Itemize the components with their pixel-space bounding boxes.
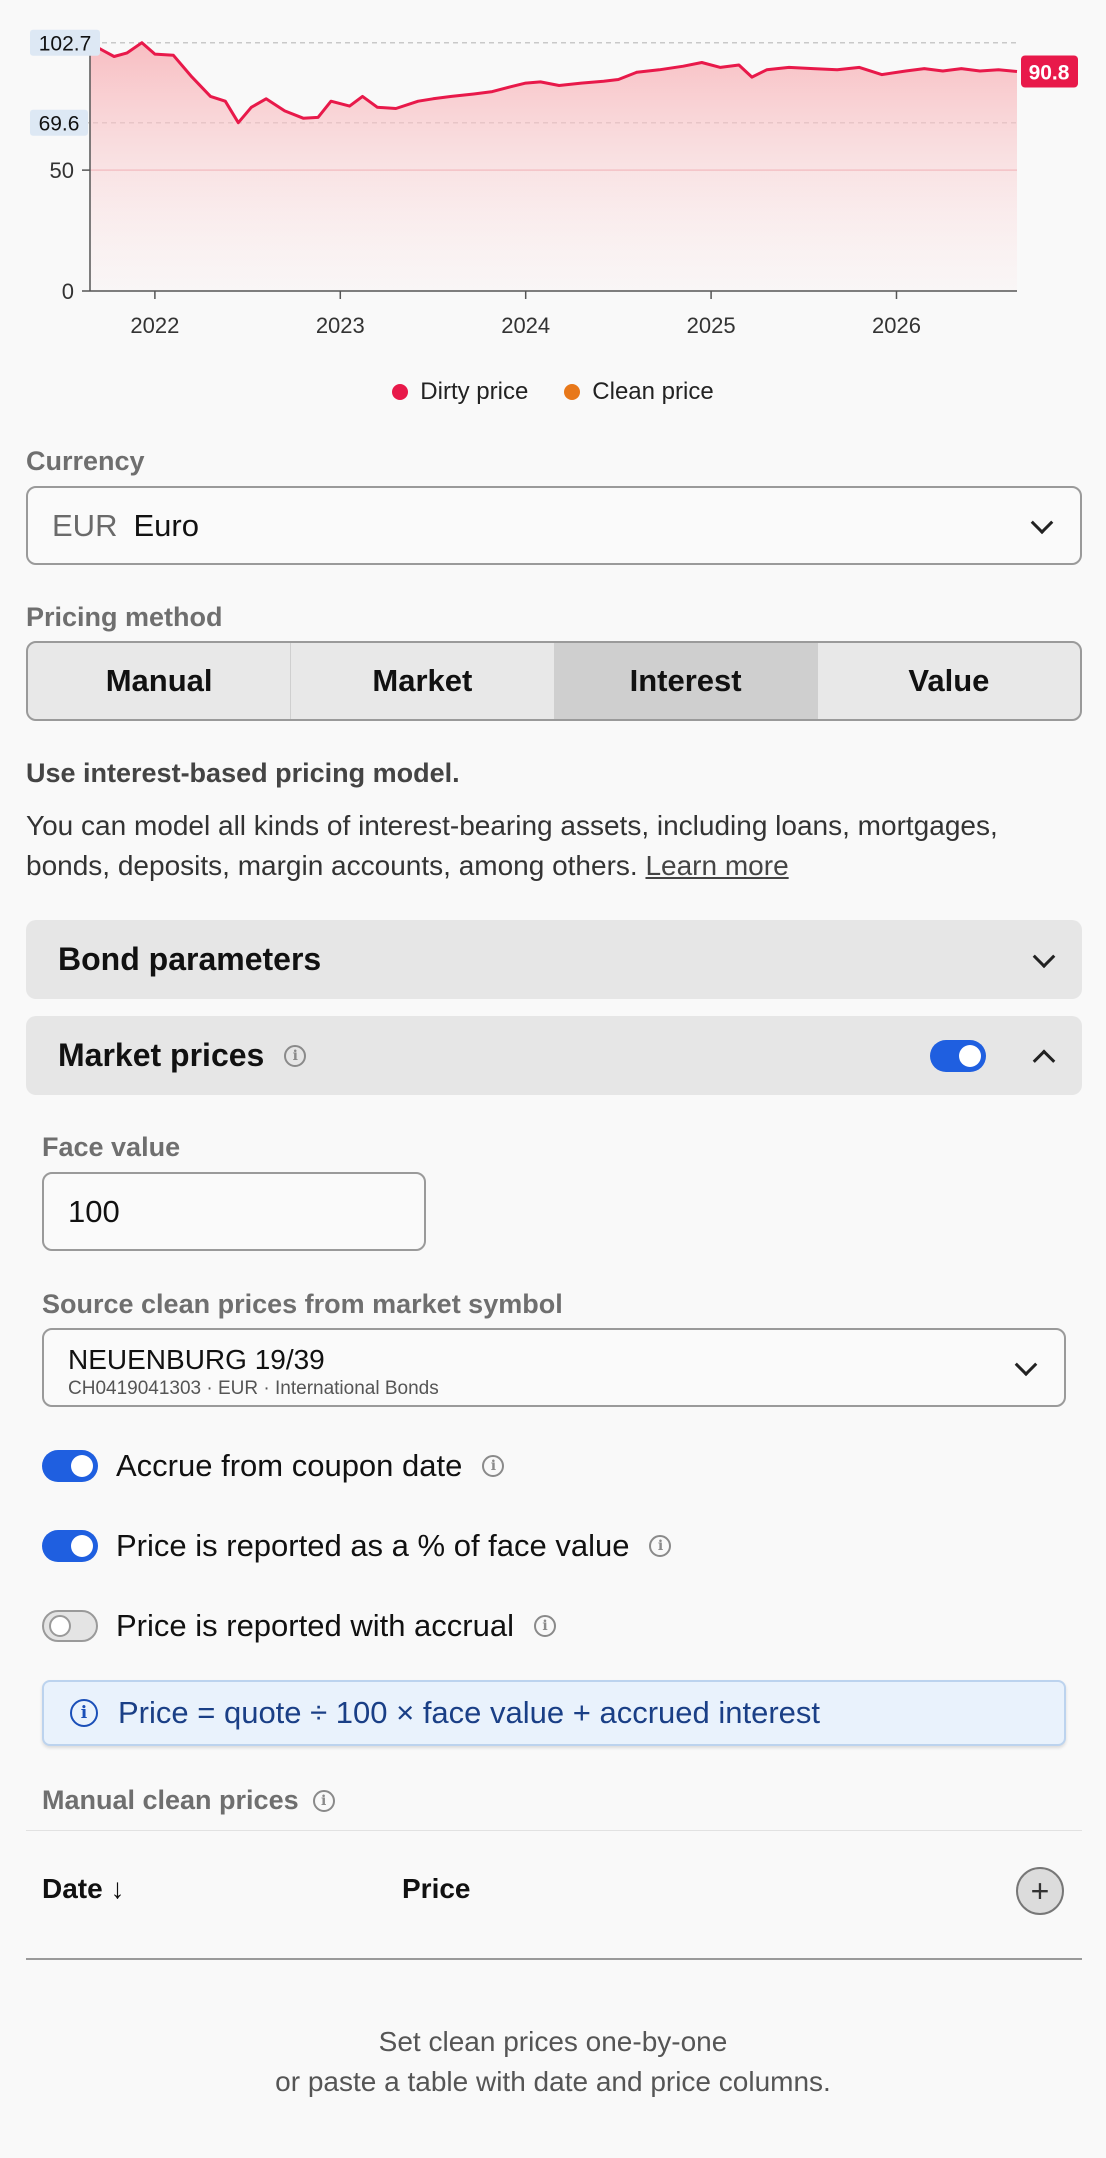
info-circle-icon: i xyxy=(70,1699,98,1727)
y-tick-label: 0 xyxy=(62,279,74,304)
tab-manual[interactable]: Manual xyxy=(28,643,292,719)
percent-face-label: Price is reported as a % of face value xyxy=(116,1528,630,1563)
info-icon[interactable]: i xyxy=(649,1535,672,1557)
column-header-price[interactable]: Price xyxy=(402,1873,471,1905)
currency-code: EUR xyxy=(52,507,118,543)
percent-face-toggle[interactable] xyxy=(42,1530,98,1562)
accrue-coupon-label: Accrue from coupon date xyxy=(116,1448,463,1483)
legend-dot-clean xyxy=(564,384,581,400)
empty-state-line-2: or paste a table with date and price col… xyxy=(275,2066,831,2097)
market-prices-toggle[interactable] xyxy=(930,1040,986,1072)
with-accrual-toggle[interactable] xyxy=(42,1610,98,1642)
end-value-label: 90.8 xyxy=(1029,61,1070,84)
pricing-method-selector: Manual Market Interest Value xyxy=(26,641,1082,721)
with-accrual-label: Price is reported with accrual xyxy=(116,1608,514,1643)
face-value-label: Face value xyxy=(42,1132,181,1162)
symbol-name: NEUENBURG 19/39 xyxy=(68,1344,325,1375)
bond-parameters-title: Bond parameters xyxy=(58,941,322,977)
dirty-price-area xyxy=(90,42,1017,292)
market-symbol-select[interactable]: NEUENBURG 19/39 CH0419041303 · EUR · Int… xyxy=(42,1328,1066,1407)
switch-row-percent-face: Price is reported as a % of face value i xyxy=(42,1528,672,1564)
manual-prices-label: Manual clean prices i xyxy=(42,1785,335,1816)
pricing-method-label: Pricing method xyxy=(26,602,223,632)
chevron-down-icon xyxy=(1032,944,1056,968)
source-symbol-label: Source clean prices from market symbol xyxy=(42,1289,563,1319)
pricing-method-description: You can model all kinds of interest-bear… xyxy=(26,806,1086,886)
price-chart-svg: 0 50 2022 2023 2024 2025 2026 102.7 69.6 90.8 xyxy=(30,29,1078,338)
tab-interest[interactable]: Interest xyxy=(554,643,818,719)
y-tick-label: 50 xyxy=(50,158,74,183)
learn-more-link[interactable]: Learn more xyxy=(645,850,788,881)
currency-name: Euro xyxy=(133,507,199,543)
x-tick-label: 2025 xyxy=(687,313,736,338)
market-prices-accordion[interactable]: Market prices i xyxy=(26,1016,1082,1095)
pricing-method-title: Use interest-based pricing model. xyxy=(26,758,460,788)
symbol-meta: CH0419041303 · EUR · International Bonds xyxy=(68,1378,439,1399)
column-header-date[interactable]: Date ↓ xyxy=(42,1873,124,1905)
pricing-method-description-text: You can model all kinds of interest-bear… xyxy=(26,810,998,881)
price-formula-text: Price = quote ÷ 100 × face value + accru… xyxy=(118,1695,821,1730)
x-tick-label: 2022 xyxy=(130,313,179,338)
info-icon[interactable]: i xyxy=(284,1044,307,1067)
currency-select[interactable]: EUR Euro xyxy=(26,486,1082,565)
currency-label: Currency xyxy=(26,446,145,476)
info-icon[interactable]: i xyxy=(534,1615,556,1637)
x-tick-label: 2024 xyxy=(501,313,550,338)
chevron-up-icon[interactable] xyxy=(1032,1048,1056,1072)
face-value-input[interactable]: 100 xyxy=(42,1172,426,1251)
legend-label-clean: Clean price xyxy=(592,378,714,405)
price-chart: 0 50 2022 2023 2024 2025 2026 102.7 69.6 90.8 xyxy=(0,0,1106,340)
x-tick-label: 2026 xyxy=(872,313,921,338)
tab-value[interactable]: Value xyxy=(818,643,1080,719)
legend-label-dirty: Dirty price xyxy=(420,378,529,405)
legend-dot-dirty xyxy=(392,384,409,400)
column-header-date-label: Date xyxy=(42,1873,103,1904)
info-icon[interactable]: i xyxy=(312,1789,335,1812)
legend-item-clean-price[interactable]: Clean price xyxy=(564,378,714,406)
legend-item-dirty-price[interactable]: Dirty price xyxy=(392,378,528,406)
market-prices-title: Market prices xyxy=(58,1037,265,1073)
switch-row-accrue-coupon: Accrue from coupon date i xyxy=(42,1448,505,1484)
chart-legend: Dirty price Clean price xyxy=(0,378,1106,406)
price-formula-notice: i Price = quote ÷ 100 × face value + acc… xyxy=(42,1680,1066,1746)
accrue-coupon-toggle[interactable] xyxy=(42,1450,98,1482)
empty-state-line-1: Set clean prices one-by-one xyxy=(378,2026,728,2057)
bond-parameters-accordion[interactable]: Bond parameters xyxy=(26,920,1082,999)
reference-tag-label: 102.7 xyxy=(39,33,92,56)
switch-row-with-accrual: Price is reported with accrual i xyxy=(42,1608,556,1644)
sort-down-arrow-icon: ↓ xyxy=(110,1873,125,1904)
manual-prices-table-header: Date ↓ Price + xyxy=(26,1830,1082,1960)
reference-tag-label: 69.6 xyxy=(39,113,80,136)
tab-market[interactable]: Market xyxy=(291,643,555,719)
chevron-down-icon xyxy=(1030,510,1054,534)
x-tick-label: 2023 xyxy=(316,313,365,338)
info-icon[interactable]: i xyxy=(482,1455,505,1477)
plus-icon: + xyxy=(1030,1872,1050,1909)
empty-state-text: Set clean prices one-by-one or paste a t… xyxy=(0,2022,1106,2102)
add-price-button[interactable]: + xyxy=(1016,1867,1064,1915)
manual-prices-label-text: Manual clean prices xyxy=(42,1785,299,1815)
